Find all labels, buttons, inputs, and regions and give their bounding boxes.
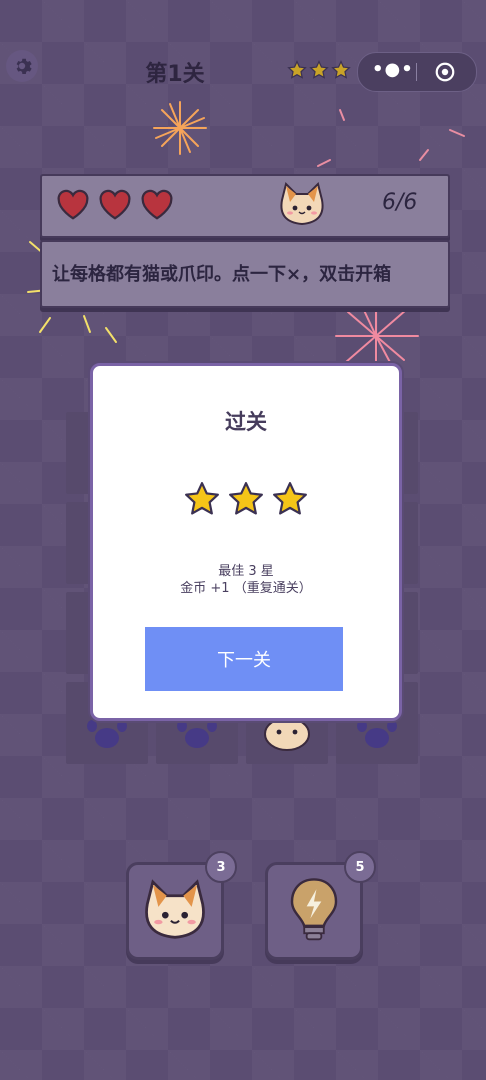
dialog-stars — [183, 480, 309, 518]
firework-pink — [335, 303, 419, 369]
star-icon — [229, 482, 263, 515]
star-icon — [287, 60, 307, 79]
level-title: 第1关 — [145, 62, 205, 87]
status-panel: 6/6 — [40, 174, 450, 238]
firework-orange — [153, 101, 207, 155]
cat-hint-tool-button[interactable]: 3 — [126, 851, 237, 960]
heart-icon — [141, 189, 173, 220]
gear-icon — [16, 58, 32, 74]
hint-text: 让每格都有猫或爪印。点一下×，双击开箱 — [52, 264, 392, 285]
capsule-divider — [416, 63, 417, 81]
star-icon — [273, 482, 307, 515]
star-icon — [331, 60, 351, 79]
more-dots-icon[interactable]: •●• — [372, 59, 413, 80]
dialog-title: 过关 — [225, 410, 267, 434]
cat-tool-count-badge: 3 — [205, 851, 237, 883]
star-icon — [185, 482, 219, 515]
bulb-tool-count-badge: 5 — [344, 851, 376, 883]
heart-icon — [99, 189, 131, 220]
cat-face-icon — [145, 879, 205, 939]
settings-button[interactable] — [6, 50, 38, 82]
coins-reward-text: 金币 +1 （重复通关） — [180, 581, 312, 596]
cat-face-icon — [280, 182, 324, 226]
next-level-button[interactable]: 下一关 — [145, 627, 343, 691]
progress-counter: 6/6 — [382, 190, 418, 215]
hint-panel: 让每格都有猫或爪印。点一下×，双击开箱 — [40, 240, 450, 308]
level-complete-dialog: 过关 最佳 3 星 金币 +1 （重复通关） 下一关 — [90, 363, 402, 721]
level-stars — [287, 60, 351, 80]
bulb-hint-tool-button[interactable]: 5 — [265, 851, 376, 960]
miniprogram-capsule: •●• — [357, 52, 477, 92]
hearts-row — [54, 186, 176, 222]
lightbulb-icon — [290, 878, 338, 941]
heart-icon — [57, 189, 89, 220]
star-icon — [309, 60, 329, 79]
target-close-icon[interactable] — [434, 61, 456, 83]
